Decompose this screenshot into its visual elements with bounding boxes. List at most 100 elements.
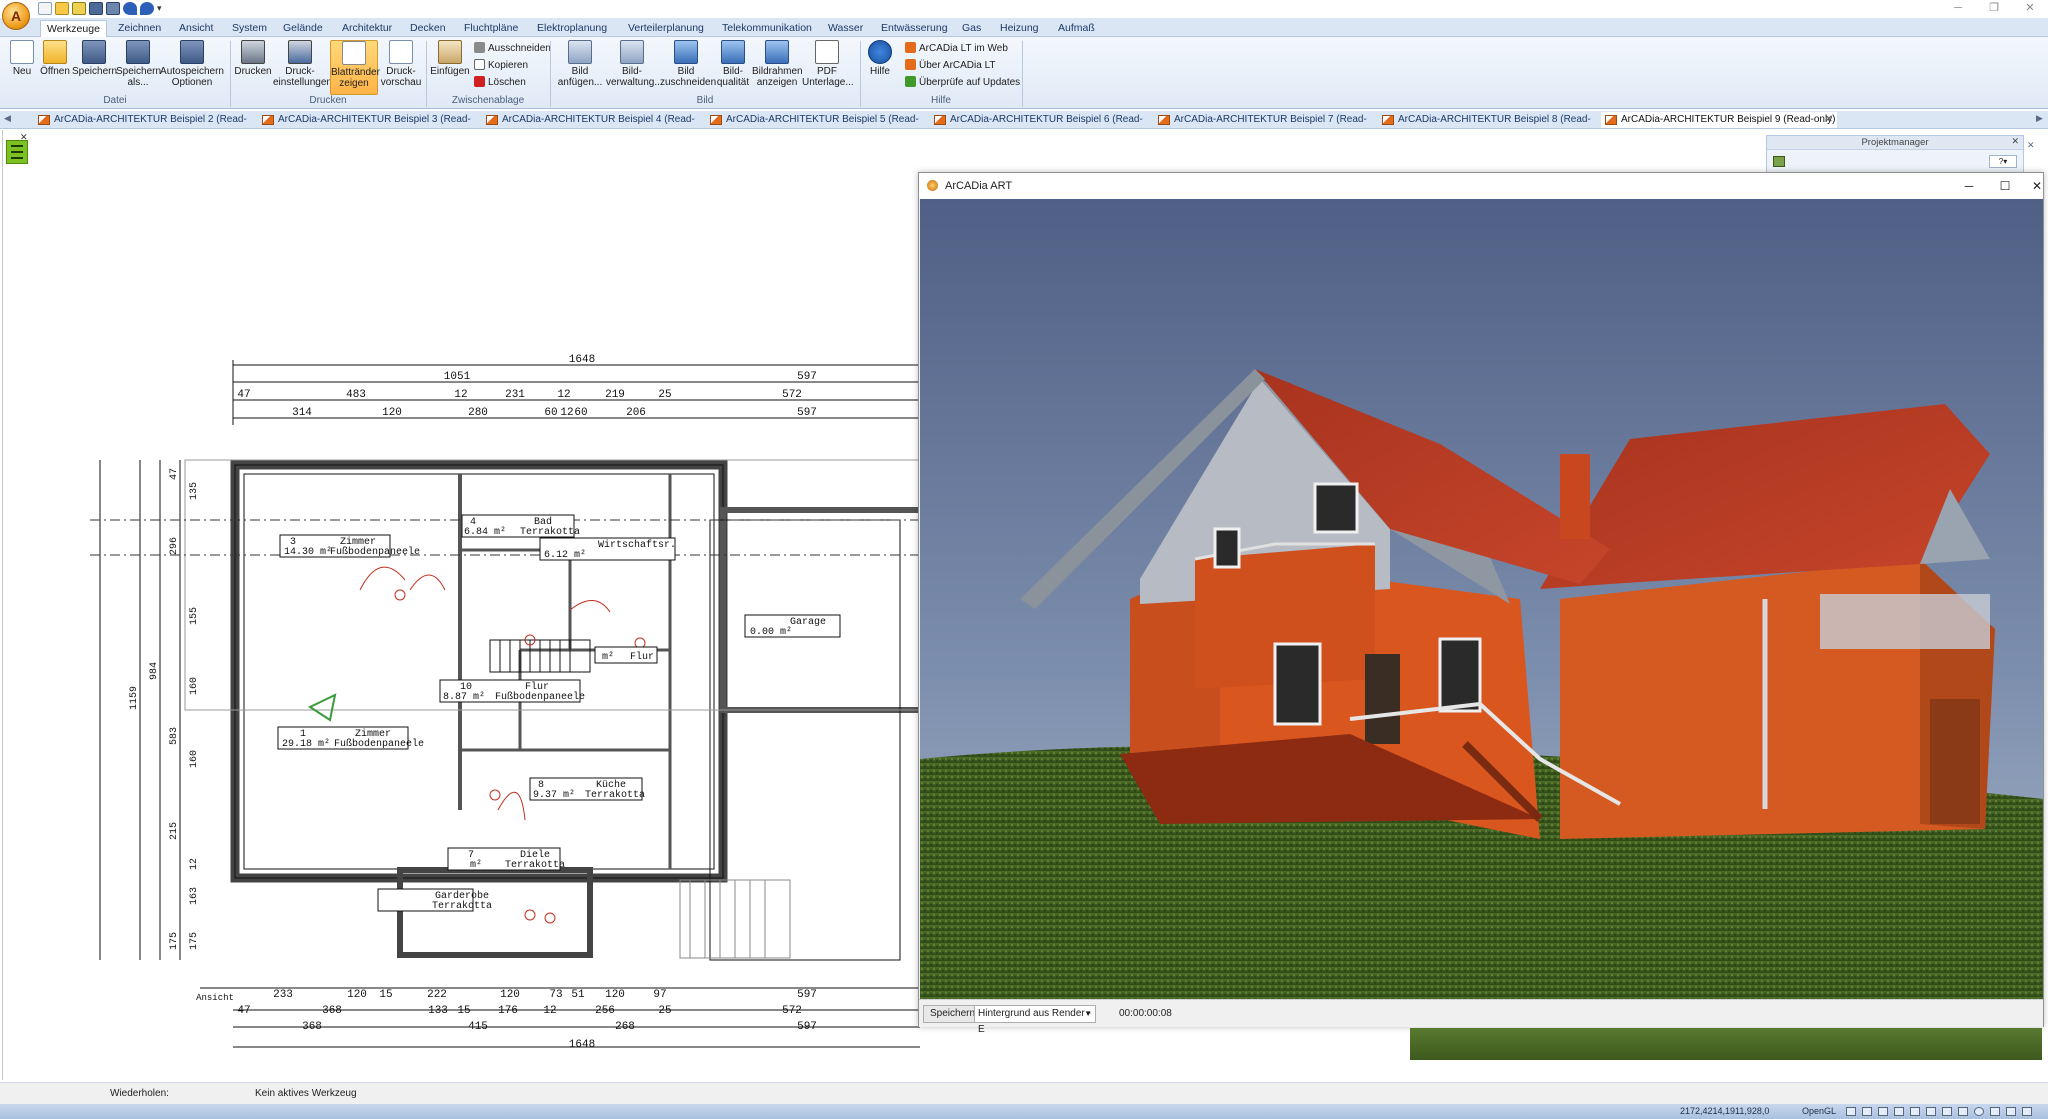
- dimension-labels-bottom: Ansicht 233 120 15 222 120 73 51 120 97 …: [196, 989, 817, 1051]
- tab-wasser[interactable]: Wasser: [822, 20, 869, 37]
- customize-qat-icon[interactable]: ▾: [157, 2, 163, 15]
- crop-image-button[interactable]: Bild zuschneiden: [660, 40, 716, 88]
- measure-icon[interactable]: [1990, 1107, 2000, 1116]
- osnap-toggle-icon[interactable]: [1910, 1107, 1920, 1116]
- close-icon[interactable]: ✕: [2016, 1, 2044, 15]
- render-viewport[interactable]: [920, 199, 2043, 999]
- doc-tab-beispiel-2[interactable]: ArCADia-ARCHITEKTUR Beispiel 2 (Read-onl…: [34, 112, 254, 141]
- room-floor: Fußbodenpaneele: [334, 738, 424, 750]
- about-button[interactable]: Über ArCADia LT: [905, 58, 996, 73]
- otrack-toggle-icon[interactable]: [1926, 1107, 1936, 1116]
- save-button[interactable]: Speichern: [72, 40, 117, 77]
- delete-button[interactable]: Löschen: [474, 75, 526, 90]
- open-button[interactable]: Öffnen: [38, 40, 72, 77]
- tab-fluchtplaene[interactable]: Fluchtpläne: [458, 20, 524, 37]
- print-settings-button[interactable]: Druck- einstellungen: [273, 40, 332, 88]
- minimize-icon[interactable]: ─: [1951, 173, 1987, 199]
- tabs-scroll-left-icon[interactable]: ◀: [4, 113, 11, 124]
- doc-tab-beispiel-5[interactable]: ArCADia-ARCHITEKTUR Beispiel 5 (Read-onl…: [706, 112, 926, 141]
- show-page-margins-button[interactable]: Blattränder zeigen: [330, 40, 380, 95]
- panel-pin-icon[interactable]: ✕: [2027, 140, 2035, 151]
- open-icon[interactable]: [55, 2, 69, 15]
- tab-gas[interactable]: Gas: [956, 20, 987, 37]
- image-management-button[interactable]: Bild- verwaltung...: [606, 40, 663, 88]
- group-label-drucken: Drucken: [309, 95, 347, 106]
- save-as-icon[interactable]: [106, 2, 120, 15]
- doc-tab-beispiel-3[interactable]: ArCADia-ARCHITEKTUR Beispiel 3 (Read-onl…: [258, 112, 478, 141]
- clock-icon[interactable]: [1974, 1107, 1984, 1116]
- tab-gelaende[interactable]: Gelände: [277, 20, 329, 37]
- doc-tab-beispiel-7[interactable]: ArCADia-ARCHITEKTUR Beispiel 7 (Read-onl…: [1154, 112, 1374, 141]
- ortho-toggle-icon[interactable]: [1878, 1107, 1888, 1116]
- tab-zeichnen[interactable]: Zeichnen: [112, 20, 167, 37]
- tabs-scroll-right-icon[interactable]: ▶: [2036, 113, 2043, 124]
- tab-verteilerplanung[interactable]: Verteilerplanung: [622, 20, 710, 37]
- tab-werkzeuge[interactable]: Werkzeuge: [40, 20, 107, 37]
- folder-icon: [43, 40, 67, 64]
- save-icon[interactable]: [89, 2, 103, 15]
- new-icon[interactable]: [38, 2, 52, 15]
- dim-label: 597: [797, 1021, 817, 1033]
- maximize-icon[interactable]: ☐: [1987, 173, 2023, 199]
- tab-ansicht[interactable]: Ansicht: [173, 20, 219, 37]
- show-image-frame-button[interactable]: Bildrahmen anzeigen: [752, 40, 803, 88]
- group-separator: [1022, 41, 1023, 107]
- cut-button[interactable]: Ausschneiden: [474, 41, 551, 56]
- minimize-icon[interactable]: ─: [1944, 1, 1972, 15]
- filter-dropdown-icon[interactable]: ?▾: [1989, 155, 2017, 168]
- dim-label: 268: [615, 1021, 635, 1033]
- tab-telekommunikation[interactable]: Telekommunikation: [716, 20, 818, 37]
- redo-icon[interactable]: [140, 2, 154, 15]
- tab-system[interactable]: System: [226, 20, 273, 37]
- save-as-button[interactable]: Speichern als...: [116, 40, 161, 88]
- document-icon: [1605, 115, 1617, 125]
- tab-elektroplanung[interactable]: Elektroplanung: [531, 20, 613, 37]
- close-tab-icon[interactable]: ✕: [1825, 112, 1833, 128]
- doc-tab-beispiel-9[interactable]: ArCADia-ARCHITEKTUR Beispiel 9 (Read-onl…: [1601, 112, 1837, 128]
- model-toggle-icon[interactable]: [1958, 1107, 1968, 1116]
- close-icon[interactable]: ✕: [2019, 173, 2048, 199]
- dim-label: 1051: [444, 371, 471, 383]
- close-icon[interactable]: ✕: [2011, 136, 2019, 147]
- arcadia-web-link[interactable]: ArCADia LT im Web: [905, 41, 1008, 56]
- help-button[interactable]: Hilfe: [864, 40, 896, 77]
- pdf-underlay-button[interactable]: PDF Unterlage...: [802, 40, 854, 88]
- image-quality-button[interactable]: Bild- qualität: [714, 40, 752, 88]
- tab-architektur[interactable]: Architektur: [336, 20, 398, 37]
- application-menu-button[interactable]: A: [2, 2, 30, 30]
- tab-decken[interactable]: Decken: [404, 20, 452, 37]
- print-preview-button[interactable]: Druck- vorschau: [380, 40, 422, 88]
- new-button[interactable]: Neu: [6, 40, 38, 77]
- view-label: Ansicht: [196, 993, 234, 1003]
- lineweight-toggle-icon[interactable]: [1942, 1107, 1952, 1116]
- background-select[interactable]: Hintergrund aus Render -E ▼: [974, 1005, 1096, 1035]
- settings-icon[interactable]: [2022, 1107, 2032, 1116]
- dim-label: 368: [302, 1021, 322, 1033]
- dim-label: 47: [237, 389, 250, 401]
- dim-label: 60: [544, 407, 557, 419]
- floppy-dots-icon: [126, 40, 150, 64]
- restore-icon[interactable]: ❐: [1980, 1, 2008, 15]
- crosshair-icon[interactable]: [2006, 1107, 2016, 1116]
- autosave-options-button[interactable]: Autospeichern Optionen: [160, 40, 224, 88]
- polar-toggle-icon[interactable]: [1894, 1107, 1904, 1116]
- attach-image-button[interactable]: Bild anfügen...: [554, 40, 606, 88]
- print-button[interactable]: Drucken: [233, 40, 273, 77]
- doc-tab-beispiel-6[interactable]: ArCADia-ARCHITEKTUR Beispiel 6 (Read-onl…: [930, 112, 1150, 141]
- toolbox-menu-button[interactable]: [6, 140, 28, 164]
- check-updates-button[interactable]: Überprüfe auf Updates: [905, 75, 1020, 90]
- grid-toggle-icon[interactable]: [1846, 1107, 1856, 1116]
- undo-icon[interactable]: [123, 2, 137, 15]
- project-tree-icon[interactable]: [1773, 156, 1785, 167]
- snap-toggle-icon[interactable]: [1862, 1107, 1872, 1116]
- tab-aufmass[interactable]: Aufmaß: [1052, 20, 1101, 37]
- tab-heizung[interactable]: Heizung: [994, 20, 1045, 37]
- edit-icon[interactable]: [72, 2, 86, 15]
- doc-tab-beispiel-8[interactable]: ArCADia-ARCHITEKTUR Beispiel 8 (Read-onl…: [1378, 112, 1598, 141]
- tab-entwaesserung[interactable]: Entwässerung: [875, 20, 954, 37]
- paste-button[interactable]: Einfügen: [428, 40, 472, 77]
- command-status-bar: Wiederholen: Kein aktives Werkzeug: [0, 1082, 2048, 1104]
- dim-label: 314: [292, 407, 312, 419]
- doc-tab-beispiel-4[interactable]: ArCADia-ARCHITEKTUR Beispiel 4 (Read-onl…: [482, 112, 702, 141]
- copy-button[interactable]: Kopieren: [474, 58, 528, 73]
